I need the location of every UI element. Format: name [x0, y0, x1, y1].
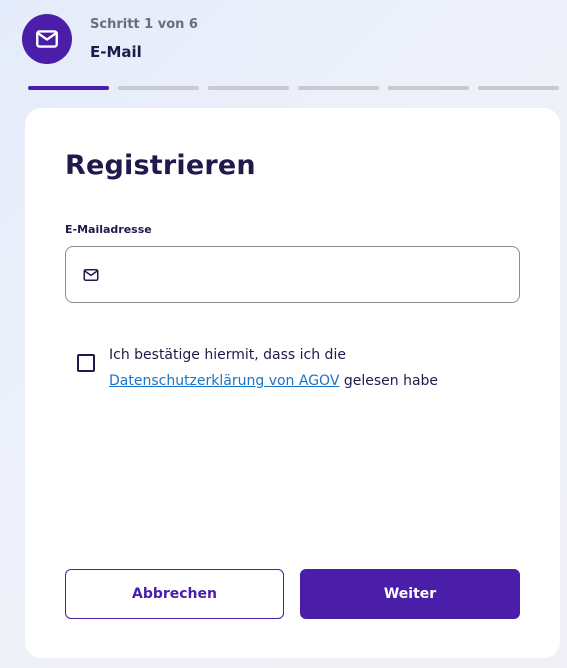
consent-text: Ich bestätige hiermit, dass ich die Date…: [109, 342, 489, 394]
progress-bar: [28, 86, 567, 90]
progress-segment: [298, 86, 379, 90]
email-label: E-Mailadresse: [65, 223, 152, 236]
envelope-icon: [22, 14, 72, 64]
step-counter: Schritt 1 von 6: [90, 17, 198, 32]
progress-segment: [28, 86, 109, 90]
cancel-button[interactable]: Abbrechen: [65, 569, 284, 619]
step-title: E-Mail: [90, 43, 142, 61]
registration-card: Registrieren E-Mailadresse Ich bestätige…: [25, 108, 560, 658]
progress-segment: [388, 86, 469, 90]
step-header: Schritt 1 von 6 E-Mail: [22, 14, 198, 64]
progress-segment: [208, 86, 289, 90]
consent-text-before: Ich bestätige hiermit, dass ich die: [109, 347, 346, 363]
progress-segment: [118, 86, 199, 90]
email-field[interactable]: [65, 246, 520, 303]
page-title: Registrieren: [65, 150, 256, 181]
consent-checkbox[interactable]: [77, 354, 95, 372]
progress-segment: [478, 86, 559, 90]
consent-row: Ich bestätige hiermit, dass ich die Date…: [77, 342, 489, 394]
email-input[interactable]: [110, 247, 519, 302]
privacy-policy-link[interactable]: Datenschutzerklärung von AGOV: [109, 373, 339, 389]
next-button[interactable]: Weiter: [300, 569, 520, 619]
consent-text-after: gelesen habe: [339, 373, 439, 389]
envelope-icon: [83, 268, 99, 281]
